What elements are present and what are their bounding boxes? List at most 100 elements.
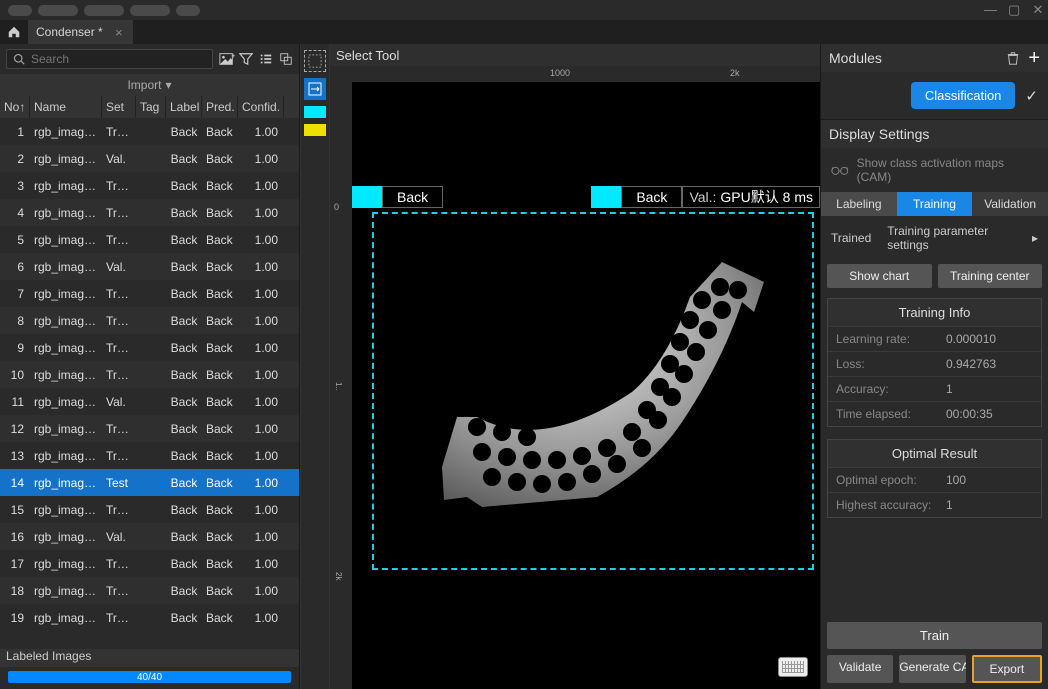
cell-label: Back (166, 530, 202, 544)
tab-close-icon[interactable]: × (115, 25, 123, 40)
cell-no: 15 (0, 503, 30, 517)
class-color-swatch-cyan[interactable] (304, 106, 326, 118)
image-viewport[interactable]: Back Back Val.: GPU默认 8 ms (352, 82, 820, 689)
table-row[interactable]: 12rgb_image...TrainBackBack1.00 (0, 415, 299, 442)
table-row[interactable]: 13rgb_image...TrainBackBack1.00 (0, 442, 299, 469)
prediction-label: Back (621, 186, 682, 208)
col-label[interactable]: Label (166, 96, 202, 118)
train-button[interactable]: Train (827, 622, 1042, 649)
col-no[interactable]: No↑ (0, 96, 30, 118)
table-row[interactable]: 15rgb_image...TrainBackBack1.00 (0, 496, 299, 523)
import-label: Import (127, 78, 161, 92)
display-settings-title: Display Settings (821, 120, 1048, 148)
tab-labeling[interactable]: Labeling (821, 192, 897, 216)
maximize-button[interactable]: ▢ (1008, 4, 1020, 16)
cell-label: Back (166, 125, 202, 139)
cell-pred: Back (202, 179, 238, 193)
close-button[interactable]: ✕ (1032, 4, 1044, 16)
tab-training[interactable]: Training (897, 192, 973, 216)
cell-set: Train (102, 179, 136, 193)
table-row[interactable]: 2rgb_image...Val.BackBack1.00 (0, 145, 299, 172)
cell-conf: 1.00 (238, 422, 284, 436)
cell-no: 2 (0, 152, 30, 166)
cell-no: 16 (0, 530, 30, 544)
search-icon (13, 53, 25, 65)
selection-tool[interactable] (304, 50, 326, 72)
inference-info: Val.: GPU默认 8 ms (682, 186, 820, 208)
table-footer-label: Labeled Images (0, 649, 299, 667)
table-row[interactable]: 11rgb_image...Val.BackBack1.00 (0, 388, 299, 415)
class-color-swatch-yellow[interactable] (304, 124, 326, 136)
acc-value: 1 (936, 382, 1033, 396)
minimize-button[interactable]: — (984, 4, 996, 16)
add-module-icon[interactable]: + (1028, 51, 1040, 65)
cell-label: Back (166, 476, 202, 490)
table-row[interactable]: 17rgb_image...TrainBackBack1.00 (0, 550, 299, 577)
cell-name: rgb_image... (30, 368, 102, 382)
cell-conf: 1.00 (238, 125, 284, 139)
cell-no: 9 (0, 341, 30, 355)
time-value: 00:00:35 (936, 407, 1033, 421)
table-row[interactable]: 18rgb_image...TrainBackBack1.00 (0, 577, 299, 604)
table-row[interactable]: 3rgb_image...TrainBackBack1.00 (0, 172, 299, 199)
generate-cam-button[interactable]: Generate CAM (899, 655, 965, 683)
cell-conf: 1.00 (238, 503, 284, 517)
table-row[interactable]: 16rgb_image...Val.BackBack1.00 (0, 523, 299, 550)
col-name[interactable]: Name (30, 96, 102, 118)
window-decoration (176, 5, 200, 16)
training-center-button[interactable]: Training center (938, 264, 1043, 288)
cell-name: rgb_image... (30, 503, 102, 517)
cell-pred: Back (202, 422, 238, 436)
table-row[interactable]: 1rgb_image...TrainBackBack1.00 (0, 118, 299, 145)
keyboard-icon[interactable] (778, 657, 808, 677)
list-view-icon[interactable] (259, 52, 273, 66)
tab-bar: Condenser * × (0, 20, 1048, 44)
cell-set: Train (102, 368, 136, 382)
window-decoration (38, 5, 78, 16)
cam-toggle[interactable]: Show class activation maps (CAM) (821, 148, 1048, 192)
cell-conf: 1.00 (238, 314, 284, 328)
table-row[interactable]: 14rgb_image...TestBackBack1.00 (0, 469, 299, 496)
search-input[interactable] (31, 52, 206, 66)
search-input-wrapper[interactable] (6, 49, 213, 69)
cell-conf: 1.00 (238, 260, 284, 274)
cell-label: Back (166, 314, 202, 328)
table-row[interactable]: 8rgb_image...TrainBackBack1.00 (0, 307, 299, 334)
export-button[interactable]: Export (972, 655, 1042, 683)
preview-icon[interactable] (279, 52, 293, 66)
cell-label: Back (166, 341, 202, 355)
table-row[interactable]: 5rgb_image...TrainBackBack1.00 (0, 226, 299, 253)
delete-module-icon[interactable] (1006, 51, 1020, 65)
cell-label: Back (166, 584, 202, 598)
col-tag[interactable]: Tag (136, 96, 166, 118)
label-progress-text: 40/40 (8, 671, 291, 683)
cell-set: Val. (102, 530, 136, 544)
tab-validation[interactable]: Validation (972, 192, 1048, 216)
cell-label: Back (166, 611, 202, 625)
table-row[interactable]: 10rgb_image...TrainBackBack1.00 (0, 361, 299, 388)
table-row[interactable]: 19rgb_image...TrainBackBack1.00 (0, 604, 299, 631)
import-button[interactable]: Import ▾ (0, 74, 299, 96)
cell-no: 7 (0, 287, 30, 301)
classification-module-button[interactable]: Classification (911, 82, 1016, 109)
home-button[interactable] (0, 20, 28, 44)
col-conf[interactable]: Confid. (238, 96, 284, 118)
cell-name: rgb_image... (30, 125, 102, 139)
project-tab[interactable]: Condenser * × (28, 20, 133, 44)
glasses-icon (831, 164, 849, 176)
filter-icon[interactable] (239, 52, 253, 66)
col-pred[interactable]: Pred. (202, 96, 238, 118)
validate-button[interactable]: Validate (827, 655, 893, 683)
cell-name: rgb_image... (30, 233, 102, 247)
training-params-link[interactable]: Training parameter settings (887, 224, 1024, 252)
table-row[interactable]: 9rgb_image...TrainBackBack1.00 (0, 334, 299, 361)
show-chart-button[interactable]: Show chart (827, 264, 932, 288)
table-row[interactable]: 7rgb_image...TrainBackBack1.00 (0, 280, 299, 307)
table-row[interactable]: 6rgb_image...Val.BackBack1.00 (0, 253, 299, 280)
label-swatch-right (591, 186, 621, 208)
cell-label: Back (166, 233, 202, 247)
roi-tool[interactable] (304, 78, 326, 100)
add-image-icon[interactable]: + (219, 52, 233, 66)
col-set[interactable]: Set (102, 96, 136, 118)
table-row[interactable]: 4rgb_image...TrainBackBack1.00 (0, 199, 299, 226)
